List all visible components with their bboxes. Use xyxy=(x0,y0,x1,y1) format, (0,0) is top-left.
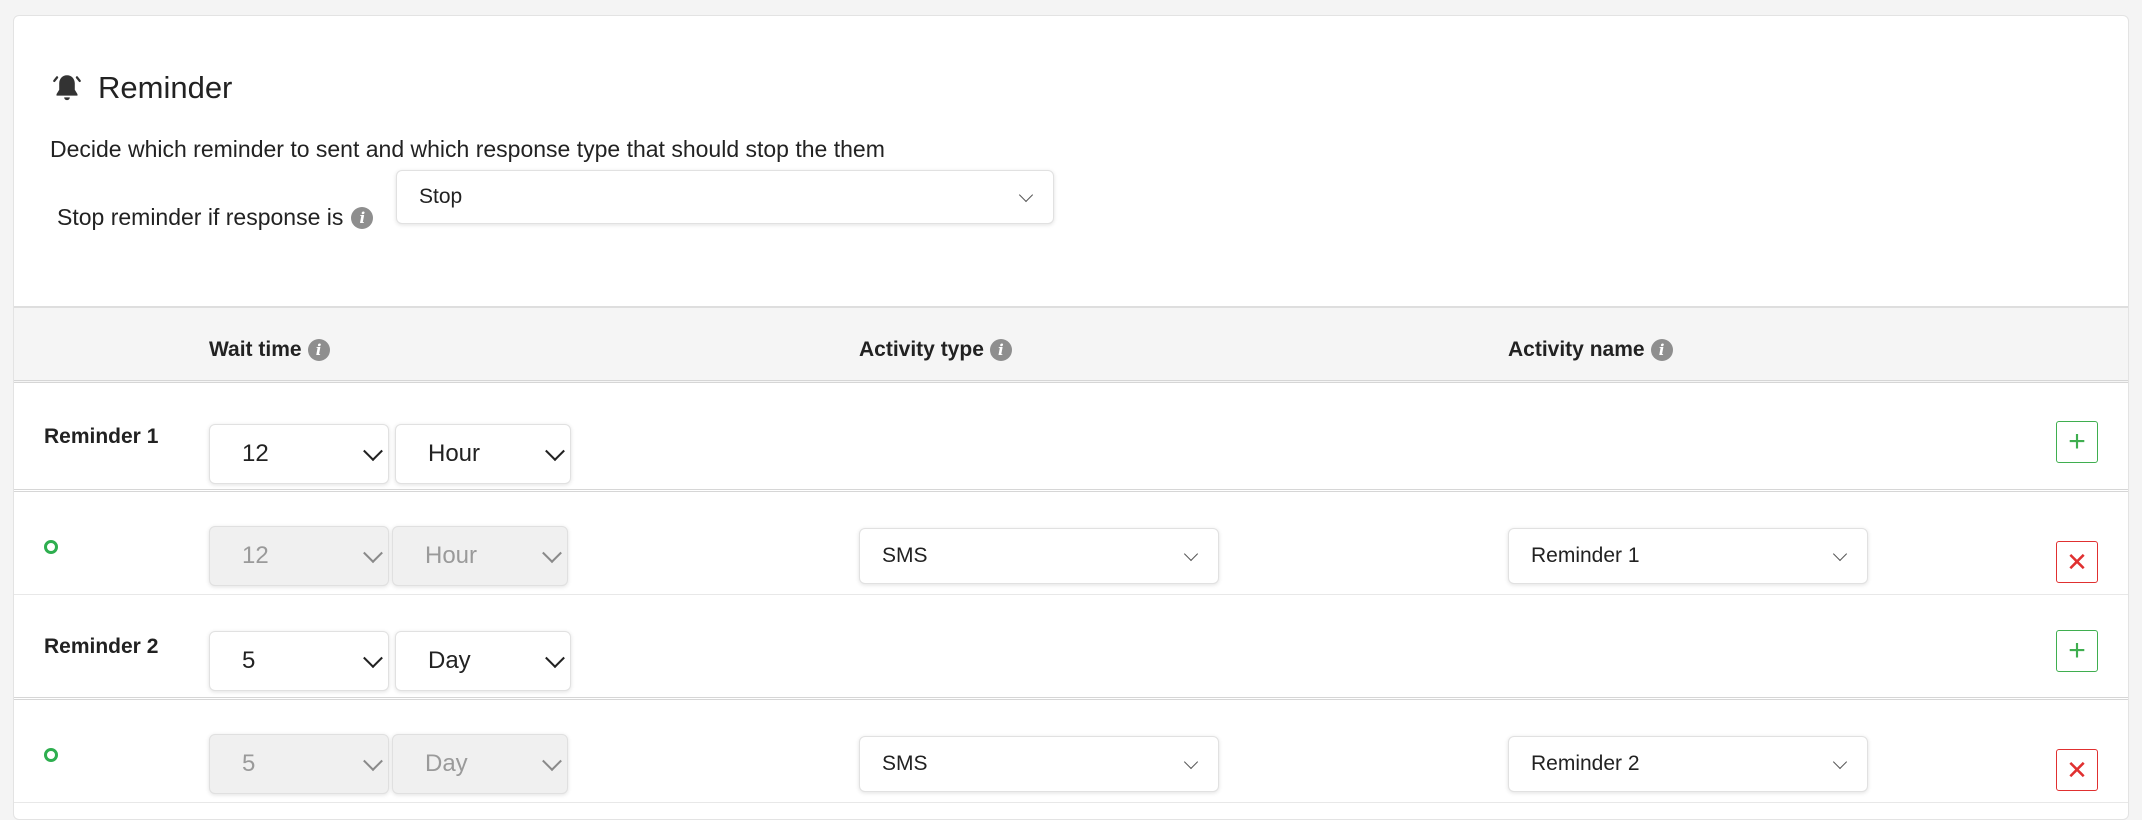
status-dot xyxy=(44,540,58,554)
wait-value-select[interactable]: 12 xyxy=(209,424,389,484)
stop-response-select[interactable]: Stop xyxy=(396,170,1054,224)
chevron-down-icon xyxy=(542,543,562,564)
wait-unit: Day xyxy=(425,750,468,777)
wait-value: 5 xyxy=(242,750,256,777)
wait-unit: Hour xyxy=(428,440,481,467)
reminder-row: Reminder 1 12 Hour + xyxy=(14,383,2128,492)
info-icon[interactable]: i xyxy=(989,339,1012,361)
wait-unit-select-disabled: Hour xyxy=(392,526,568,586)
reminder-card: Reminder Decide which reminder to sent a… xyxy=(13,15,2129,820)
chevron-down-icon xyxy=(1832,546,1848,562)
column-activity-name-label: Activity name xyxy=(1508,338,1645,361)
table-header: Wait time i Activity type i Activity nam… xyxy=(14,306,2128,383)
activity-type-select[interactable]: SMS xyxy=(859,528,1219,584)
chevron-down-icon xyxy=(542,751,562,772)
column-wait-time-label: Wait time xyxy=(209,338,302,361)
wait-unit-select[interactable]: Day xyxy=(395,631,571,691)
wait-unit-select-disabled: Day xyxy=(392,734,568,794)
activity-name-value: Reminder 1 xyxy=(1531,544,1640,567)
activity-row: 5 Day SMS Reminder 2 ✕ xyxy=(14,700,2128,803)
chevron-down-icon xyxy=(363,441,383,462)
wait-value: 12 xyxy=(242,440,269,467)
delete-activity-button[interactable]: ✕ xyxy=(2056,541,2098,583)
info-icon[interactable]: i xyxy=(1650,339,1673,361)
reminder-header: Reminder xyxy=(50,70,232,106)
reminder-row: Reminder 2 5 Day + xyxy=(14,595,2128,700)
chevron-down-icon xyxy=(545,441,565,462)
chevron-down-icon xyxy=(1832,754,1848,770)
stop-response-value: Stop xyxy=(419,185,463,208)
chevron-down-icon xyxy=(1018,187,1034,203)
info-icon[interactable]: i xyxy=(351,206,374,229)
wait-value-select-disabled: 12 xyxy=(209,526,389,586)
chevron-down-icon xyxy=(363,648,383,669)
chevron-down-icon xyxy=(1183,546,1199,562)
chevron-down-icon xyxy=(1183,754,1199,770)
delete-activity-button[interactable]: ✕ xyxy=(2056,749,2098,791)
wait-value: 5 xyxy=(242,647,256,674)
activity-type-select[interactable]: SMS xyxy=(859,736,1219,792)
stop-reminder-label-text: Stop reminder if response is xyxy=(57,204,344,230)
wait-value-select[interactable]: 5 xyxy=(209,631,389,691)
add-reminder-button[interactable]: + xyxy=(2056,421,2098,463)
wait-value-select-disabled: 5 xyxy=(209,734,389,794)
chevron-down-icon xyxy=(363,751,383,772)
activity-name-select[interactable]: Reminder 1 xyxy=(1508,528,1868,584)
reminder-label: Reminder 2 xyxy=(44,635,159,658)
column-wait-time: Wait time i xyxy=(209,338,330,362)
page-title: Reminder xyxy=(98,70,233,105)
wait-value: 12 xyxy=(242,542,269,569)
chevron-down-icon xyxy=(363,543,383,564)
bell-icon xyxy=(53,75,81,101)
wait-unit: Hour xyxy=(425,542,478,569)
activity-type-value: SMS xyxy=(882,752,928,775)
activity-name-value: Reminder 2 xyxy=(1531,752,1640,775)
activity-type-value: SMS xyxy=(882,544,928,567)
activity-row: 12 Hour SMS Reminder 1 ✕ xyxy=(14,492,2128,595)
add-reminder-button[interactable]: + xyxy=(2056,630,2098,672)
page-description: Decide which reminder to sent and which … xyxy=(50,136,885,162)
status-dot xyxy=(44,748,58,762)
column-activity-type-label: Activity type xyxy=(859,338,984,361)
wait-unit: Day xyxy=(428,647,471,674)
column-activity-name: Activity name i xyxy=(1508,338,1673,362)
stop-reminder-label: Stop reminder if response is i xyxy=(57,204,374,231)
chevron-down-icon xyxy=(545,648,565,669)
column-activity-type: Activity type i xyxy=(859,338,1012,362)
reminder-label: Reminder 1 xyxy=(44,425,159,448)
activity-name-select[interactable]: Reminder 2 xyxy=(1508,736,1868,792)
wait-unit-select[interactable]: Hour xyxy=(395,424,571,484)
info-icon[interactable]: i xyxy=(307,339,330,361)
